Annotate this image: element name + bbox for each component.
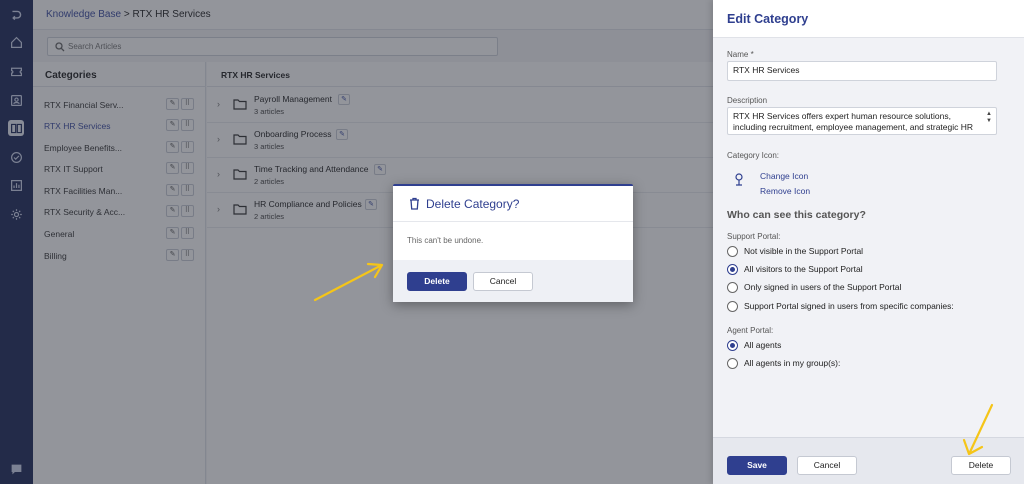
dialog-header: Delete Category? [393,186,633,222]
radio-label: Support Portal signed in users from spec… [744,301,954,311]
name-label: Name * [727,50,754,59]
radio-button[interactable] [727,301,738,312]
agent-option-all[interactable]: All agents [727,339,1024,353]
radio-button-selected[interactable] [727,264,738,275]
remove-icon-link[interactable]: Remove Icon [760,186,810,196]
radio-button[interactable] [727,282,738,293]
name-field[interactable]: RTX HR Services [727,61,997,81]
support-option-signed-in[interactable]: Only signed in users of the Support Port… [727,281,1024,295]
drawer-title: Edit Category [727,12,809,26]
description-label: Description [727,96,768,105]
dialog-footer: Delete Cancel [393,260,633,302]
support-option-companies[interactable]: Support Portal signed in users from spec… [727,300,1024,314]
dialog-message: This can't be undone. [407,236,484,245]
confirm-delete-button[interactable]: Delete [407,272,467,291]
save-button[interactable]: Save [727,456,787,475]
radio-button[interactable] [727,246,738,257]
description-text: RTX HR Services offers expert human reso… [733,111,974,132]
annotation-arrow-icon [962,403,994,456]
delete-category-button[interactable]: Delete [951,456,1011,475]
visibility-heading: Who can see this category? [727,209,866,221]
agent-option-groups[interactable]: All agents in my group(s): [727,357,1024,371]
radio-label: Only signed in users of the Support Port… [744,282,902,292]
dialog-cancel-button[interactable]: Cancel [473,272,533,291]
change-icon-link[interactable]: Change Icon [760,171,808,181]
support-portal-label: Support Portal: [727,232,781,241]
dialog-title: Delete Category? [426,197,520,211]
trash-icon [410,197,419,210]
drawer-header: Edit Category [713,0,1024,38]
radio-button-selected[interactable] [727,340,738,351]
radio-button[interactable] [727,358,738,369]
radio-label: Not visible in the Support Portal [744,246,864,256]
delete-category-dialog: Delete Category? This can't be undone. D… [393,184,633,302]
cancel-button[interactable]: Cancel [797,456,857,475]
support-option-not-visible[interactable]: Not visible in the Support Portal [727,245,1024,259]
category-thumbnail-icon [735,173,743,186]
description-field[interactable]: RTX HR Services offers expert human reso… [727,107,997,135]
category-icon-label: Category Icon: [727,151,780,160]
agent-portal-label: Agent Portal: [727,326,774,335]
radio-label: All agents [744,340,782,350]
scroll-arrows-icon[interactable]: ▲ ▼ [986,111,992,125]
radio-label: All agents in my group(s): [744,358,841,368]
support-option-all-visitors[interactable]: All visitors to the Support Portal [727,263,1024,277]
annotation-arrow-icon [313,262,384,302]
radio-label: All visitors to the Support Portal [744,264,863,274]
